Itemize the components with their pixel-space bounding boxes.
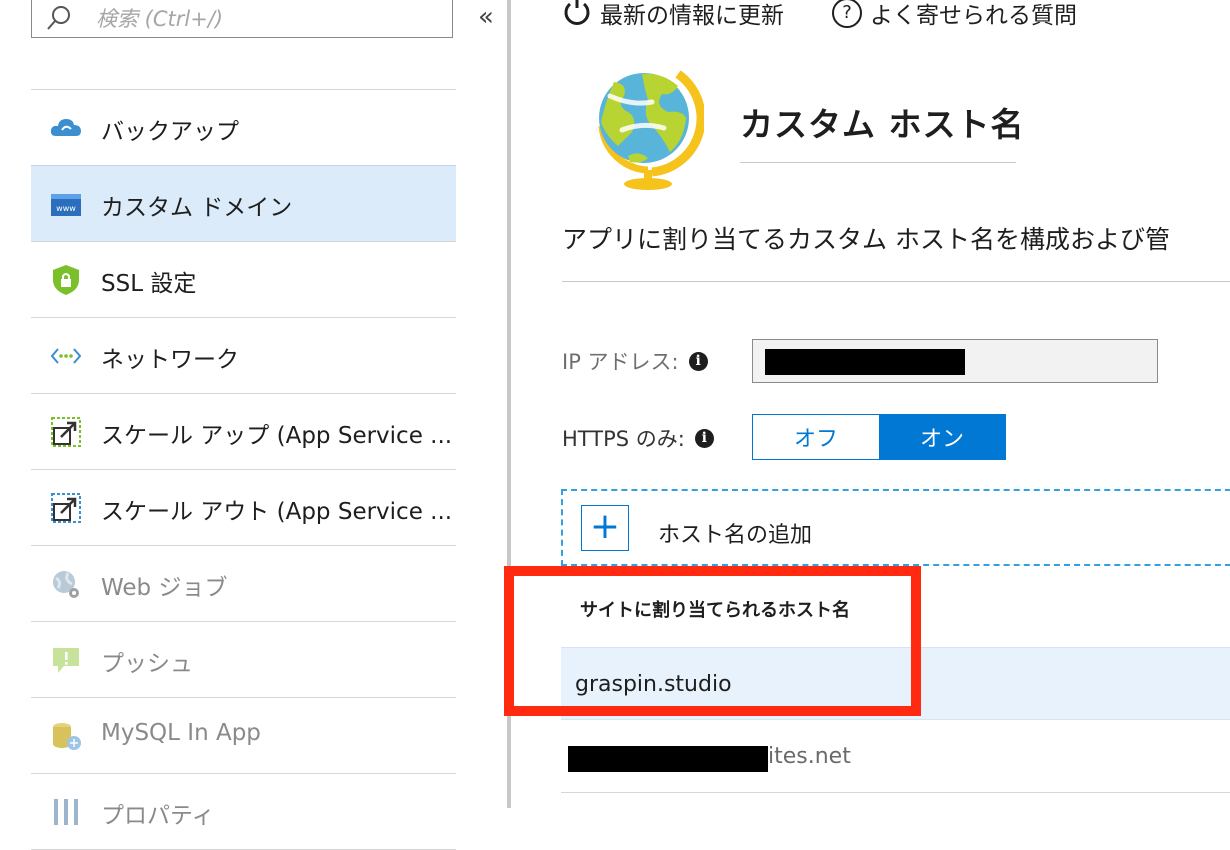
- add-hostname-label: ホスト名の追加: [658, 523, 813, 548]
- sidebar-item-network[interactable]: ネットワーク: [31, 317, 456, 393]
- www-icon: www: [51, 194, 81, 216]
- refresh-label: 最新の情報に更新: [600, 3, 784, 29]
- sidebar-item-custom-domain[interactable]: www カスタム ドメイン: [31, 165, 456, 241]
- ip-address-field: [752, 339, 1158, 383]
- toggle-off-option[interactable]: オフ: [753, 415, 879, 459]
- hostname-cell: graspin.studio: [575, 672, 732, 697]
- hostname-cell: ites.net: [768, 744, 851, 769]
- scale-up-icon: [51, 417, 81, 447]
- redacted-hostname-prefix: [568, 746, 768, 772]
- sidebar-item-push[interactable]: プッシュ: [31, 621, 456, 697]
- sidebar-item-properties[interactable]: プロパティ: [31, 773, 456, 850]
- mysql-icon: [53, 723, 81, 750]
- faq-label: よく寄せられる質問: [870, 3, 1077, 29]
- page-description: アプリに割り当てるカスタム ホスト名を構成および管: [562, 225, 1170, 254]
- table-row[interactable]: ites.net: [561, 720, 1230, 793]
- sidebar-item-label: バックアップ: [101, 119, 239, 145]
- section-divider: [562, 281, 1230, 282]
- help-icon: ?: [832, 0, 862, 28]
- table-row[interactable]: graspin.studio: [561, 647, 1230, 720]
- sidebar-item-mysql[interactable]: MySQL In App: [31, 697, 456, 773]
- sidebar-item-label: ネットワーク: [101, 347, 239, 373]
- collapse-sidebar-button[interactable]: «: [478, 2, 494, 32]
- title-divider: [740, 162, 1016, 163]
- sidebar-item-scale-up[interactable]: スケール アップ (App Service ...: [31, 393, 456, 469]
- sidebar-item-label: スケール アウト (App Service ...: [101, 499, 453, 525]
- sidebar-item-label: Web ジョブ: [101, 575, 228, 601]
- push-icon: [53, 648, 79, 673]
- sidebar-item-label: カスタム ドメイン: [101, 195, 293, 221]
- cloud-backup-icon: [50, 119, 81, 136]
- properties-icon: [54, 799, 78, 825]
- pane-divider[interactable]: [507, 0, 511, 808]
- sidebar-item-scale-out[interactable]: スケール アウト (App Service ...: [31, 469, 456, 545]
- info-icon[interactable]: i: [688, 351, 708, 371]
- sidebar-item-label: プッシュ: [101, 651, 193, 677]
- toggle-on-option[interactable]: オン: [879, 415, 1005, 459]
- sidebar-item-webjobs[interactable]: Web ジョブ: [31, 545, 456, 621]
- search-icon: [47, 6, 70, 30]
- scale-out-icon: [51, 493, 81, 523]
- webjobs-icon: [53, 571, 79, 598]
- page-title: カスタム ホスト名: [740, 105, 1025, 144]
- sidebar-menu: バックアップ www カスタム ドメイン SSL 設定 ネットワーク スケール …: [31, 89, 456, 850]
- sidebar-item-ssl[interactable]: SSL 設定: [31, 241, 456, 317]
- sidebar-item-backup[interactable]: バックアップ: [31, 89, 456, 165]
- https-only-label-row: HTTPS のみ: i: [562, 423, 714, 453]
- https-only-toggle[interactable]: オフ オン: [752, 414, 1006, 460]
- search-box[interactable]: [31, 0, 453, 38]
- svg-text:www: www: [56, 204, 76, 213]
- https-only-label: HTTPS のみ:: [562, 427, 685, 451]
- redacted-ip-value: [765, 349, 965, 375]
- search-input[interactable]: [94, 3, 438, 35]
- refresh-icon: [564, 0, 590, 25]
- plus-icon: +: [581, 505, 629, 551]
- refresh-button[interactable]: 最新の情報に更新: [562, 0, 784, 30]
- sidebar-item-label: スケール アップ (App Service ...: [101, 423, 453, 449]
- hostname-column-header: サイトに割り当てられるホスト名: [580, 600, 850, 621]
- globe-icon: [598, 70, 704, 190]
- info-icon[interactable]: i: [694, 428, 714, 448]
- add-hostname-button[interactable]: + ホスト名の追加: [561, 489, 1230, 566]
- sidebar-item-label: プロパティ: [101, 803, 215, 829]
- shield-lock-icon: [53, 265, 79, 295]
- network-icon: [50, 348, 82, 364]
- ip-address-label: IP アドレス:: [562, 350, 679, 374]
- sidebar-item-label: SSL 設定: [101, 271, 197, 297]
- sidebar-item-label: MySQL In App: [101, 720, 261, 746]
- ip-address-label-row: IP アドレス: i: [562, 346, 708, 376]
- faq-button[interactable]: ? よく寄せられる質問: [832, 0, 1077, 30]
